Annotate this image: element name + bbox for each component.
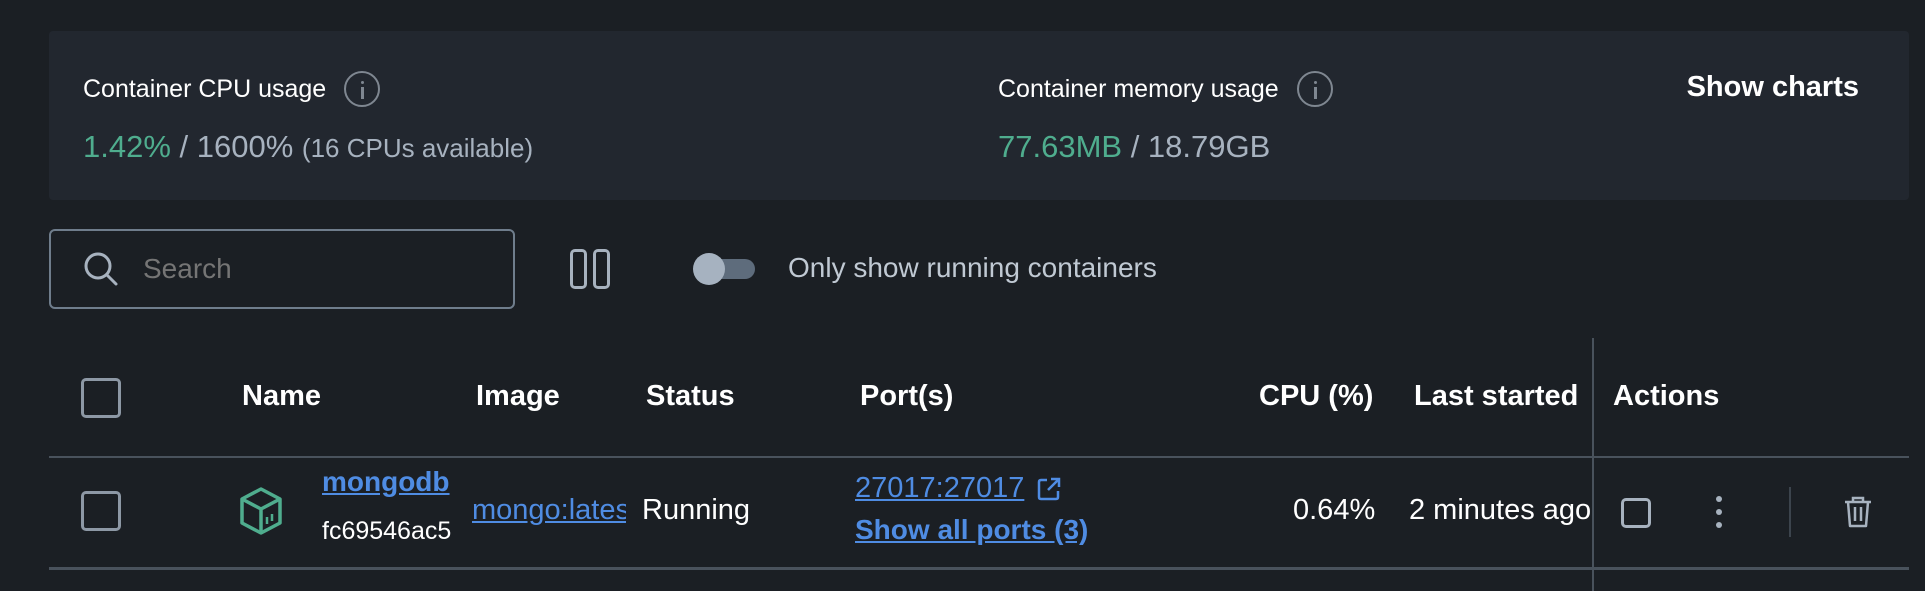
search-input[interactable]: [141, 252, 513, 286]
image-link[interactable]: mongo:latest: [472, 494, 626, 527]
cpu-total: 1600%: [196, 129, 294, 164]
memory-usage-label: Container memory usage: [998, 74, 1279, 103]
column-header-cpu[interactable]: CPU (%): [1259, 380, 1373, 413]
memory-separator: /: [1122, 129, 1148, 164]
memory-used: 77.63MB: [998, 129, 1123, 164]
show-all-ports-link[interactable]: Show all ports (3): [855, 514, 1088, 546]
running-only-label: Only show running containers: [788, 252, 1157, 283]
last-started-time: 2 minutes ago: [1409, 494, 1590, 526]
row-select-checkbox[interactable]: [81, 491, 121, 531]
select-all-checkbox[interactable]: [81, 378, 121, 418]
resource-usage-panel: Container CPU usage 1.42% / 1600% (16 CP…: [49, 31, 1909, 200]
search-icon: [83, 251, 119, 287]
port-mapping-label[interactable]: 27017:27017: [855, 472, 1024, 505]
info-icon[interactable]: [344, 71, 381, 107]
memory-usage-value: 77.63MB / 18.79GB: [998, 129, 1333, 165]
actions-column-divider: [1592, 338, 1594, 591]
container-id: fc69546ac5: [322, 517, 452, 545]
column-header-last-started[interactable]: Last started: [1414, 380, 1578, 413]
stop-button[interactable]: [1621, 498, 1651, 528]
trash-icon[interactable]: [1843, 495, 1873, 529]
cpu-used: 1.42%: [83, 129, 171, 164]
show-charts-button[interactable]: Show charts: [1687, 71, 1859, 104]
cpu-usage-label: Container CPU usage: [83, 74, 327, 103]
row-divider: [49, 567, 1909, 570]
status-text: Running: [642, 494, 751, 526]
header-divider: [49, 456, 1909, 458]
column-header-name[interactable]: Name: [242, 380, 321, 413]
memory-usage-stat: Container memory usage 77.63MB / 18.79GB: [998, 71, 1333, 165]
memory-total: 18.79GB: [1147, 129, 1271, 164]
cpu-percentage: 0.64%: [1293, 494, 1376, 526]
container-name-link[interactable]: mongodb: [322, 466, 454, 498]
actions-divider: [1789, 487, 1791, 537]
columns-icon[interactable]: [568, 249, 616, 293]
column-header-ports[interactable]: Port(s): [860, 380, 953, 413]
cpu-usage-stat: Container CPU usage 1.42% / 1600% (16 CP…: [83, 71, 533, 165]
cpu-usage-value: 1.42% / 1600% (16 CPUs available): [83, 129, 533, 165]
more-vertical-icon[interactable]: [1715, 496, 1723, 528]
container-icon: [238, 486, 284, 536]
cpu-separator: /: [170, 129, 197, 164]
column-header-actions: Actions: [1613, 380, 1720, 412]
external-link-icon[interactable]: [1036, 476, 1062, 502]
port-mapping-link[interactable]: 27017:27017: [855, 472, 1062, 505]
running-only-toggle[interactable]: [693, 253, 757, 285]
cpu-available-note: (16 CPUs available): [301, 133, 534, 163]
toggle-knob: [693, 253, 725, 285]
search-field[interactable]: [49, 229, 515, 309]
column-header-status[interactable]: Status: [646, 380, 735, 413]
column-header-image[interactable]: Image: [476, 380, 560, 413]
info-icon[interactable]: [1296, 71, 1333, 107]
